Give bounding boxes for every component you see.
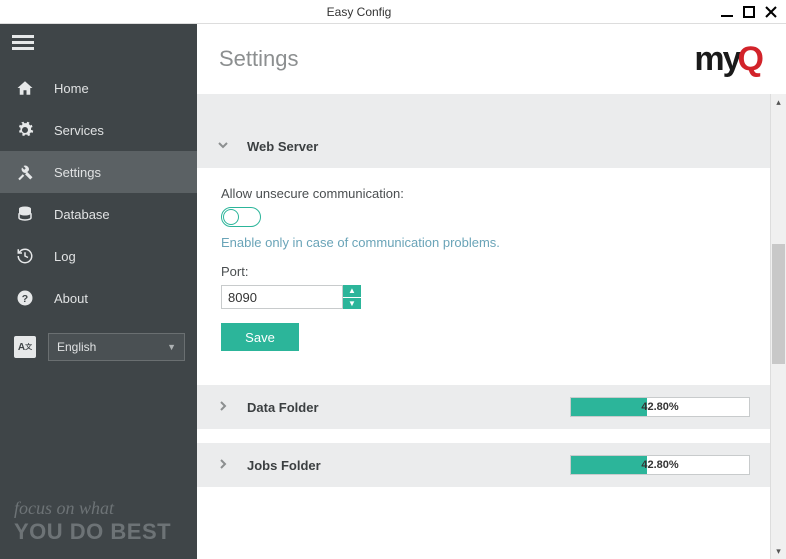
tools-icon xyxy=(14,161,36,183)
chevron-right-icon xyxy=(217,458,235,473)
sidebar-item-services[interactable]: Services xyxy=(0,109,197,151)
chevron-down-icon xyxy=(217,139,235,154)
vertical-scrollbar[interactable]: ▴ ▾ xyxy=(770,94,786,559)
section-jobsfolder: Jobs Folder 42.80% xyxy=(197,443,770,487)
content: Web Server Allow unsecure communication:… xyxy=(197,94,770,559)
allow-unsecure-hint: Enable only in case of communication pro… xyxy=(221,235,746,250)
hamburger-button[interactable] xyxy=(0,24,197,61)
sidebar-item-home[interactable]: Home xyxy=(0,67,197,109)
section-header-webserver[interactable]: Web Server xyxy=(197,124,770,168)
section-title: Data Folder xyxy=(247,400,319,415)
sidebar-item-log[interactable]: Log xyxy=(0,235,197,277)
sidebar-item-label: Services xyxy=(54,123,104,138)
sidebar-item-label: About xyxy=(54,291,88,306)
language-label: English xyxy=(57,340,96,354)
titlebar: Easy Config xyxy=(0,0,786,24)
spinner-down-icon[interactable]: ▼ xyxy=(343,298,361,310)
section-webserver: Web Server Allow unsecure communication:… xyxy=(197,124,770,371)
question-icon: ? xyxy=(14,287,36,309)
svg-text:?: ? xyxy=(22,293,28,305)
section-header-datafolder[interactable]: Data Folder 42.80% xyxy=(197,385,770,429)
main: Settings my Q Web Server Allow unsecure … xyxy=(197,24,786,559)
section-datafolder: Data Folder 42.80% xyxy=(197,385,770,429)
tagline-line1: focus on what xyxy=(14,498,187,519)
port-label: Port: xyxy=(221,264,746,279)
gear-icon xyxy=(14,119,36,141)
tagline-line2: YOU DO BEST xyxy=(14,519,187,545)
scrollbar-thumb[interactable] xyxy=(772,244,785,364)
window-title: Easy Config xyxy=(0,5,718,19)
logo-text-my: my xyxy=(694,40,739,79)
page-title: Settings xyxy=(219,46,299,72)
allow-unsecure-label: Allow unsecure communication: xyxy=(221,186,746,201)
nav: Home Services Settings Database Log ? Ab… xyxy=(0,67,197,371)
port-input[interactable] xyxy=(221,285,343,309)
chevron-right-icon xyxy=(217,400,235,415)
scroll-up-icon[interactable]: ▴ xyxy=(771,94,786,110)
home-icon xyxy=(14,77,36,99)
sidebar-item-label: Settings xyxy=(54,165,101,180)
sidebar-item-settings[interactable]: Settings xyxy=(0,151,197,193)
sidebar-item-label: Home xyxy=(54,81,89,96)
toggle-knob xyxy=(223,209,239,225)
progress-text: 42.80% xyxy=(641,401,678,413)
close-button[interactable] xyxy=(762,3,780,21)
database-icon xyxy=(14,203,36,225)
maximize-button[interactable] xyxy=(740,3,758,21)
history-icon xyxy=(14,245,36,267)
progress-text: 42.80% xyxy=(641,459,678,471)
language-icon: A文 xyxy=(14,336,36,358)
minimize-button[interactable] xyxy=(718,3,736,21)
sidebar-item-label: Database xyxy=(54,207,110,222)
sidebar-item-database[interactable]: Database xyxy=(0,193,197,235)
language-select[interactable]: English ▼ xyxy=(48,333,185,361)
save-button[interactable]: Save xyxy=(221,323,299,351)
section-title: Jobs Folder xyxy=(247,458,321,473)
allow-unsecure-toggle[interactable] xyxy=(221,207,261,227)
section-header-jobsfolder[interactable]: Jobs Folder 42.80% xyxy=(197,443,770,487)
spinner-up-icon[interactable]: ▲ xyxy=(343,285,361,298)
port-spinner[interactable]: ▲ ▼ xyxy=(343,285,361,309)
scroll-down-icon[interactable]: ▾ xyxy=(771,543,786,559)
chevron-down-icon: ▼ xyxy=(167,342,176,352)
datafolder-progress: 42.80% xyxy=(570,397,750,417)
sidebar: Home Services Settings Database Log ? Ab… xyxy=(0,24,197,559)
logo: my Q xyxy=(694,40,764,79)
sidebar-item-about[interactable]: ? About xyxy=(0,277,197,319)
logo-text-q: Q xyxy=(738,40,764,79)
header: Settings my Q xyxy=(197,24,786,94)
section-title: Web Server xyxy=(247,139,318,154)
jobsfolder-progress: 42.80% xyxy=(570,455,750,475)
tagline: focus on what YOU DO BEST xyxy=(14,498,187,545)
sidebar-item-label: Log xyxy=(54,249,76,264)
